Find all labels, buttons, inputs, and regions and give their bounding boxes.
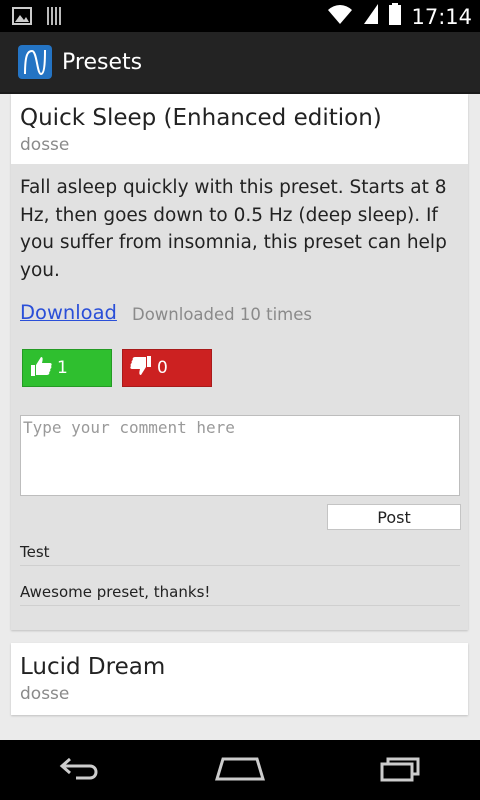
back-icon — [58, 756, 102, 785]
battery-icon — [389, 3, 402, 30]
page-title: Presets — [62, 49, 143, 75]
preset-title: Quick Sleep (Enhanced edition) — [20, 105, 382, 131]
recent-apps-button[interactable] — [360, 745, 440, 795]
thumbs-down-icon — [123, 355, 157, 382]
download-count: Downloaded 10 times — [132, 305, 313, 324]
recent-apps-icon — [378, 754, 422, 787]
storage-icon — [46, 6, 62, 31]
signal-icon — [363, 3, 379, 30]
home-button[interactable] — [200, 745, 280, 795]
status-bar: 17:14 — [0, 0, 480, 32]
comment-item: Test — [20, 543, 460, 566]
upvote-count: 1 — [57, 358, 68, 378]
downvote-button[interactable]: 0 — [122, 349, 212, 387]
preset-header[interactable]: Quick Sleep (Enhanced edition) dosse — [11, 94, 468, 164]
preset-author: dosse — [20, 135, 70, 155]
navigation-bar — [0, 740, 480, 800]
action-bar: Presets — [0, 32, 480, 94]
preset-description: Fall asleep quickly with this preset. St… — [20, 177, 447, 281]
preset-author: dosse — [20, 684, 70, 704]
home-icon — [214, 755, 266, 786]
preset-card[interactable]: Lucid Dream dosse — [11, 643, 468, 715]
download-link[interactable]: Download — [20, 301, 117, 324]
comment-item: Awesome preset, thanks! — [20, 583, 460, 606]
preset-card[interactable]: Quick Sleep (Enhanced edition) dosse Fal… — [11, 94, 468, 630]
downvote-count: 0 — [157, 358, 168, 378]
image-icon — [12, 7, 32, 30]
thumbs-up-icon — [23, 355, 57, 382]
status-time: 17:14 — [411, 4, 472, 29]
back-button[interactable] — [40, 745, 120, 795]
comment-input[interactable] — [20, 415, 460, 496]
app-logo-icon[interactable] — [18, 45, 52, 79]
upvote-button[interactable]: 1 — [22, 349, 112, 387]
wifi-icon — [327, 3, 353, 30]
post-button[interactable]: Post — [327, 504, 461, 530]
preset-title: Lucid Dream — [20, 654, 166, 680]
